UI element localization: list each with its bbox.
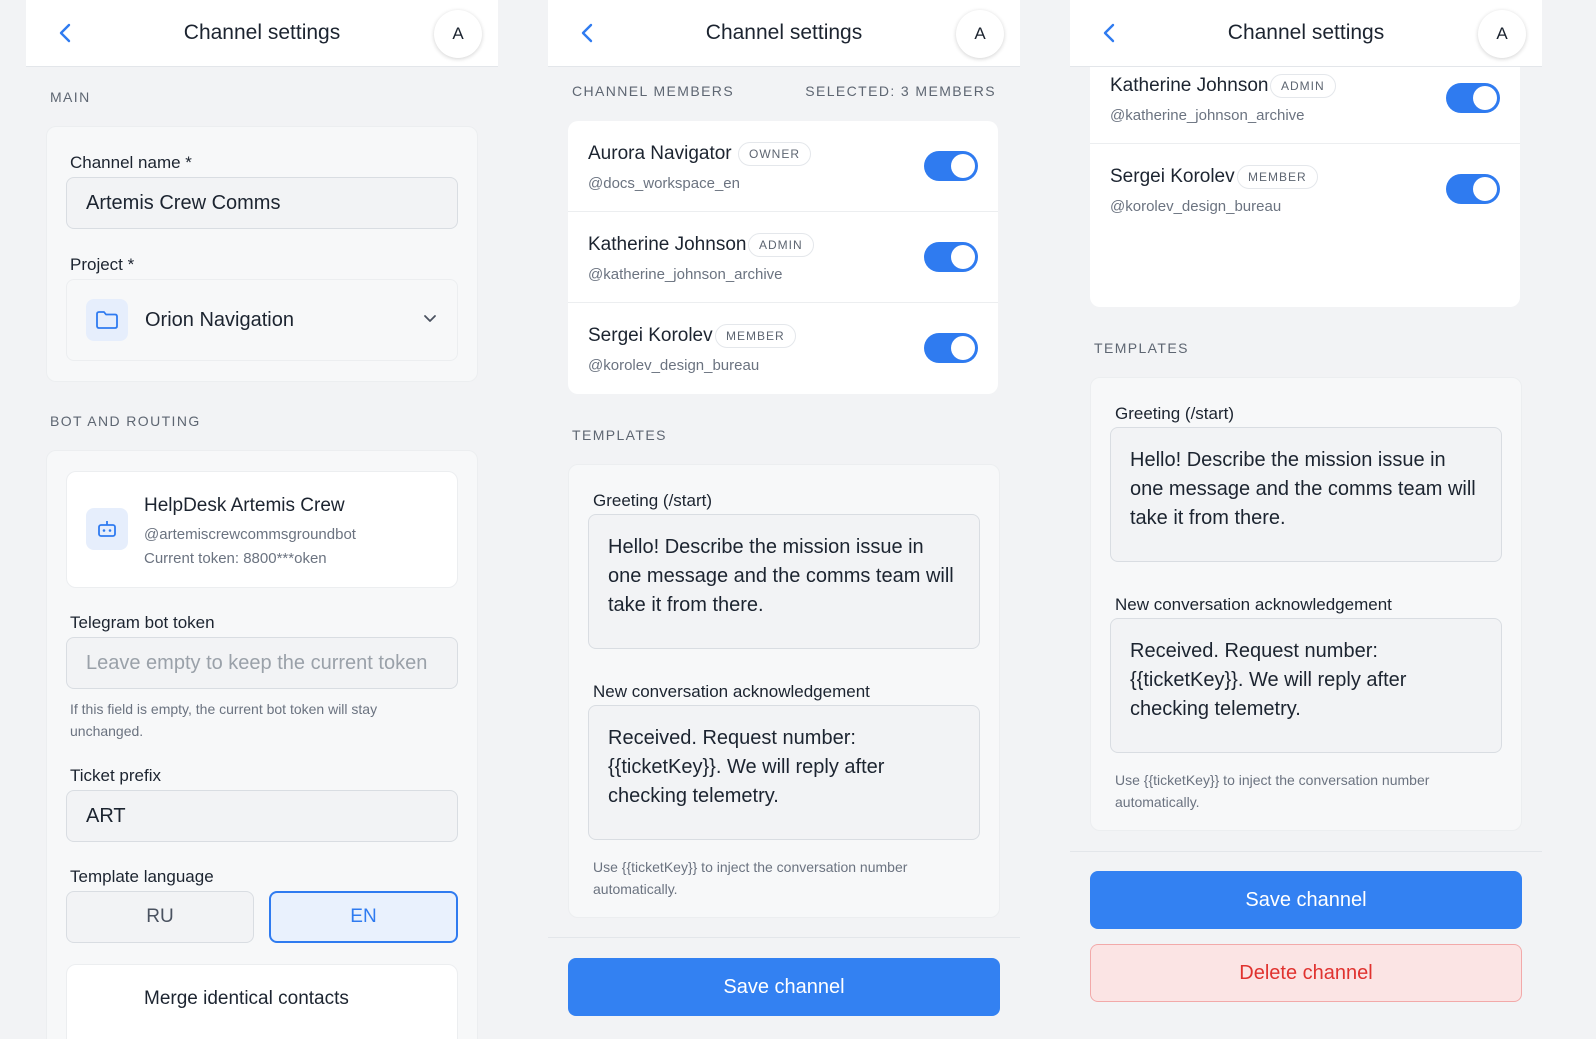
members-list: Aurora Navigator OWNER @docs_workspace_e… — [568, 121, 998, 394]
project-select[interactable]: Orion Navigation — [66, 279, 458, 361]
page-title: Channel settings — [1227, 21, 1385, 44]
prefix-label: Ticket prefix — [70, 766, 162, 785]
language-label: Template language — [70, 867, 214, 886]
role-badge: OWNER — [738, 142, 811, 166]
toggle-knob — [1473, 177, 1497, 201]
chevron-left-icon — [59, 23, 71, 43]
section-label-main: MAIN — [50, 89, 91, 105]
project-label: Project * — [70, 255, 135, 274]
selected-count: SELECTED: 3 MEMBERS — [805, 83, 996, 99]
member-toggle[interactable] — [1446, 83, 1500, 113]
project-value: Orion Navigation — [145, 309, 294, 331]
bot-card: HelpDesk Artemis Crew @artemiscrewcommsg… — [46, 450, 478, 1039]
merge-contacts-card[interactable]: Merge identical contacts — [66, 964, 458, 1039]
save-channel-button[interactable]: Save channel — [568, 958, 1000, 1016]
greeting-textarea[interactable]: Hello! Describe the mission issue in one… — [1110, 427, 1502, 562]
footer-divider — [548, 937, 1020, 938]
role-badge: ADMIN — [748, 233, 814, 257]
ack-textarea[interactable]: Received. Request number: {{ticketKey}}.… — [588, 705, 980, 840]
main-card: Channel name * Artemis Crew Comms Projec… — [46, 126, 478, 382]
back-button[interactable] — [52, 20, 78, 46]
templates-hint: Use {{ticketKey}} to inject the conversa… — [1115, 772, 1430, 810]
member-name: Katherine Johnson — [588, 234, 747, 255]
toggle-knob — [951, 245, 975, 269]
channel-name-input[interactable]: Artemis Crew Comms — [66, 177, 458, 229]
section-label-templates: TEMPLATES — [1094, 340, 1189, 356]
toggle-knob — [951, 336, 975, 360]
ack-label: New conversation acknowledgement — [593, 682, 870, 701]
section-label-templates: TEMPLATES — [572, 427, 667, 443]
language-ru-button[interactable]: RU — [66, 891, 254, 943]
app-header: Channel settings A — [26, 0, 498, 67]
screen-templates: Channel settings A Aurora Navigator OWNE… — [1070, 0, 1542, 1039]
templates-card: Greeting (/start) Hello! Describe the mi… — [568, 464, 1000, 918]
member-name: Sergei Korolev — [588, 325, 713, 346]
member-row[interactable]: Katherine Johnson ADMIN @katherine_johns… — [568, 212, 998, 303]
save-channel-button[interactable]: Save channel — [1090, 871, 1522, 929]
member-name: Katherine Johnson — [1110, 75, 1269, 96]
bot-name: HelpDesk Artemis Crew — [144, 495, 345, 516]
delete-channel-button[interactable]: Delete channel — [1090, 944, 1522, 1002]
page-title: Channel settings — [183, 21, 341, 44]
app-header: Channel settings A — [548, 0, 1020, 67]
avatar[interactable]: A — [434, 10, 482, 58]
member-row[interactable]: Sergei Korolev MEMBER @korolev_design_bu… — [1090, 144, 1520, 235]
token-label: Telegram bot token — [70, 613, 215, 632]
member-handle: @katherine_johnson_archive — [1110, 107, 1305, 124]
chevron-down-icon — [424, 315, 436, 322]
member-toggle[interactable] — [1446, 174, 1500, 204]
page-title: Channel settings — [705, 21, 863, 44]
templates-hint: Use {{ticketKey}} to inject the conversa… — [593, 859, 908, 897]
member-toggle[interactable] — [924, 333, 978, 363]
back-button[interactable] — [1096, 20, 1122, 46]
role-badge: ADMIN — [1270, 74, 1336, 98]
merge-contacts-label: Merge identical contacts — [144, 988, 349, 1009]
member-toggle[interactable] — [924, 242, 978, 272]
member-name: Aurora Navigator — [588, 143, 732, 164]
folder-icon-box — [86, 299, 128, 341]
templates-card: Greeting (/start) Hello! Describe the mi… — [1090, 377, 1522, 831]
role-badge: MEMBER — [1237, 165, 1318, 189]
ack-label: New conversation acknowledgement — [1115, 595, 1392, 614]
footer-divider — [1070, 851, 1542, 852]
greeting-label: Greeting (/start) — [593, 491, 713, 510]
prefix-input[interactable]: ART — [66, 790, 458, 842]
member-handle: @katherine_johnson_archive — [588, 266, 783, 283]
folder-icon — [96, 311, 118, 329]
bot-token-info: Current token: 8800***oken — [144, 550, 327, 567]
app-header: Channel settings A — [1070, 0, 1542, 67]
toggle-knob — [1473, 86, 1497, 110]
screen-main-settings: Channel settings A MAIN Channel name * A… — [26, 0, 498, 1039]
token-input[interactable]: Leave empty to keep the current token — [66, 637, 458, 689]
member-handle: @korolev_design_bureau — [588, 357, 760, 374]
greeting-label: Greeting (/start) — [1115, 404, 1235, 423]
member-name: Sergei Korolev — [1110, 166, 1235, 187]
section-label-bot: BOT AND ROUTING — [50, 413, 201, 429]
back-button[interactable] — [574, 20, 600, 46]
bot-icon-box — [86, 508, 128, 550]
member-handle: @docs_workspace_en — [588, 175, 740, 192]
chevron-left-icon — [1103, 23, 1115, 43]
greeting-textarea[interactable]: Hello! Describe the mission issue in one… — [588, 514, 980, 649]
bot-handle: @artemiscrewcommsgroundbot — [144, 526, 356, 543]
channel-name-label: Channel name * — [70, 153, 192, 172]
chevron-left-icon — [581, 23, 593, 43]
role-badge: MEMBER — [715, 324, 796, 348]
member-toggle[interactable] — [924, 151, 978, 181]
avatar[interactable]: A — [956, 10, 1004, 58]
robot-icon — [98, 521, 116, 537]
token-hint: If this field is empty, the current bot … — [70, 701, 378, 739]
member-row[interactable]: Aurora Navigator OWNER @docs_workspace_e… — [568, 121, 998, 212]
member-handle: @korolev_design_bureau — [1110, 198, 1282, 215]
ack-textarea[interactable]: Received. Request number: {{ticketKey}}.… — [1110, 618, 1502, 753]
section-label-members: CHANNEL MEMBERS — [572, 83, 735, 99]
language-en-button[interactable]: EN — [269, 891, 458, 943]
member-row[interactable]: Sergei Korolev MEMBER @korolev_design_bu… — [568, 303, 998, 394]
avatar[interactable]: A — [1478, 10, 1526, 58]
screen-members: Channel settings A CHANNEL MEMBERS SELEC… — [548, 0, 1020, 1039]
toggle-knob — [951, 154, 975, 178]
bot-info-card: HelpDesk Artemis Crew @artemiscrewcommsg… — [66, 471, 458, 588]
